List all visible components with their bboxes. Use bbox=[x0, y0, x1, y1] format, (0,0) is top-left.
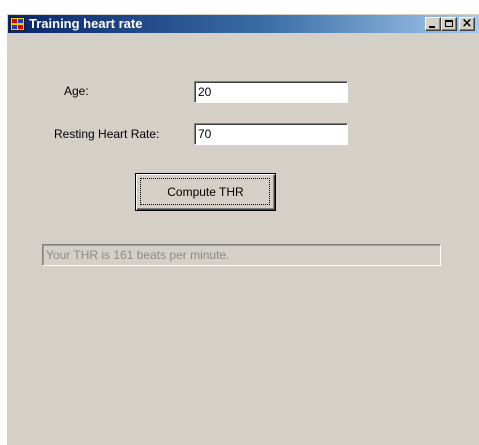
minimize-icon bbox=[429, 26, 435, 28]
age-label: Age: bbox=[64, 84, 89, 98]
maximize-button[interactable] bbox=[441, 17, 457, 31]
close-icon: × bbox=[461, 16, 473, 31]
title-bar[interactable]: Training heart rate × bbox=[8, 15, 479, 33]
minimize-button[interactable] bbox=[425, 17, 441, 31]
result-field: Your THR is 161 beats per minute. bbox=[42, 244, 441, 266]
resting-heart-rate-input[interactable] bbox=[194, 123, 348, 145]
app-window: Training heart rate × Age: Resting Heart… bbox=[6, 13, 479, 445]
compute-thr-button[interactable]: Compute THR bbox=[135, 173, 276, 211]
close-button[interactable]: × bbox=[459, 16, 475, 31]
maximize-icon bbox=[445, 20, 453, 27]
window-title: Training heart rate bbox=[29, 16, 143, 31]
compute-thr-label: Compute THR bbox=[167, 185, 244, 199]
app-icon[interactable] bbox=[10, 17, 25, 31]
resting-heart-rate-label: Resting Heart Rate: bbox=[54, 127, 160, 141]
age-input[interactable] bbox=[194, 81, 348, 103]
